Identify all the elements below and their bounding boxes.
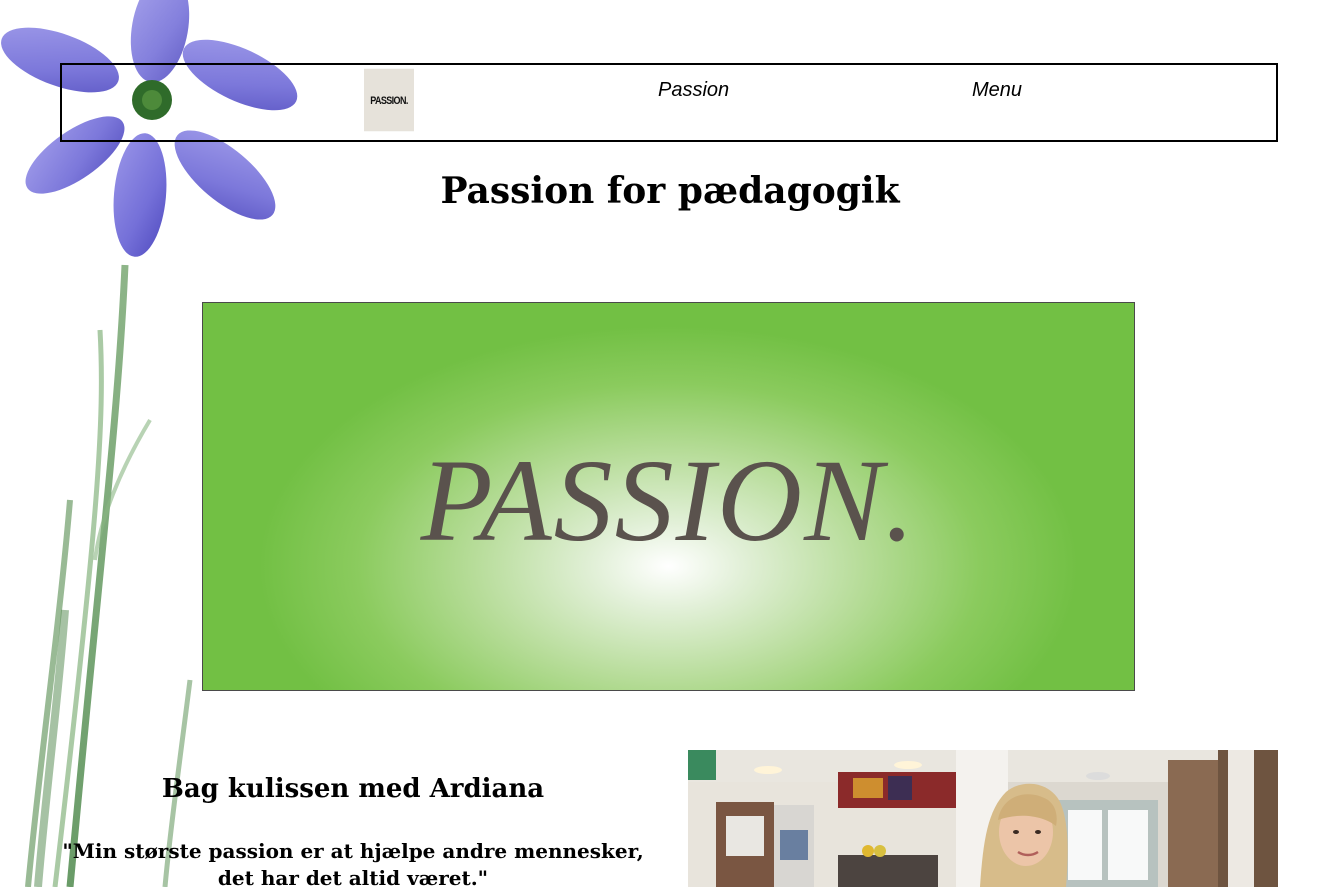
page: PASSION. Passion Menu Passion for pædago… [0,0,1340,887]
banner-text: PASSION. [420,435,917,566]
page-title: Passion for pædagogik [440,170,900,212]
top-navbar: PASSION. Passion Menu [60,63,1278,142]
logo[interactable]: PASSION. [364,68,414,132]
quote-text: "Min største passion er at hjælpe andre … [62,839,644,887]
person-photo [688,750,1278,887]
nav-link-passion[interactable]: Passion [658,79,729,102]
nav-link-menu[interactable]: Menu [972,79,1022,102]
section-title: Bag kulissen med Ardiana [161,774,545,804]
passion-banner: PASSION. [202,302,1135,691]
